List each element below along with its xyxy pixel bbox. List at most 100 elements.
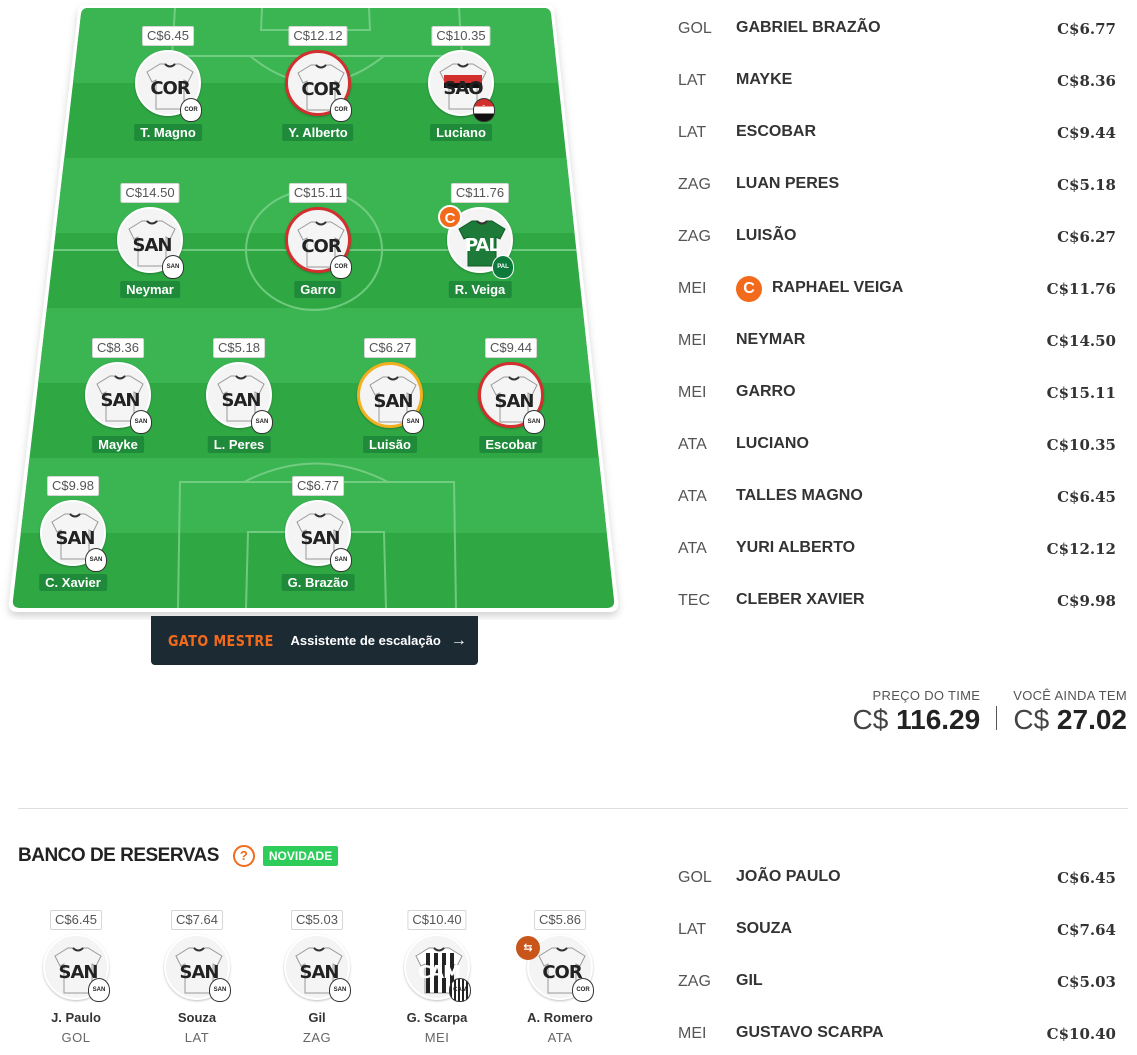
remaining-label: VOCÊ AINDA TEM <box>1013 688 1127 703</box>
captain-icon: C <box>736 276 762 302</box>
player-price: C$11.76 <box>1046 280 1116 298</box>
list-item[interactable]: ZAG GIL C$5.03 <box>678 967 1128 1019</box>
list-item[interactable]: ATA YURI ALBERTO C$12.12 <box>678 534 1128 586</box>
lineup-list: GOL GABRIEL BRAZÃO C$6.77 LAT MAYKE C$8.36 LAT… <box>678 14 1128 638</box>
list-item[interactable]: ZAG LUISÃO C$6.27 <box>678 222 1128 274</box>
team-price-currency: C$ <box>852 704 889 735</box>
jersey-club-code: SAN <box>55 528 96 549</box>
player-card-luciano[interactable]: C$10.35 SAO SÃO Luciano <box>401 26 521 154</box>
player-position: ATA <box>678 436 707 453</box>
list-item[interactable]: ATA LUCIANO C$10.35 <box>678 430 1128 482</box>
team-price-label: PREÇO DO TIME <box>872 688 981 703</box>
player-position: LAT <box>678 72 707 89</box>
arrow-right-icon: → <box>450 631 467 649</box>
player-name: CLEBER XAVIER <box>736 591 865 608</box>
remaining-budget: VOCÊ AINDA TEM C$ 27.02 <box>1013 688 1127 737</box>
captain-icon: C <box>438 205 462 229</box>
player-price: C$5.03 <box>291 910 343 930</box>
player-name: ESCOBAR <box>736 123 817 140</box>
player-card-neymar[interactable]: C$14.50 SAN SAN Neymar <box>90 183 210 311</box>
player-price: C$6.27 <box>1057 228 1116 246</box>
player-price: C$5.86 <box>534 910 586 930</box>
remaining-value: 27.02 <box>1056 704 1127 735</box>
pitch: C$6.45 COR COR T. Magno C$12.12 COR COR Y. Albe… <box>0 0 640 680</box>
jersey-club-code: SAN <box>132 235 173 256</box>
player-name: GABRIEL BRAZÃO <box>736 19 881 36</box>
player-name: Luisão <box>363 436 417 453</box>
new-badge: NOVIDADE <box>262 846 339 866</box>
club-badge-icon: SÃO <box>473 98 495 122</box>
club-badge-icon: SAN <box>88 978 110 1002</box>
jersey-club-code: COR <box>301 236 341 257</box>
player-price: C$9.44 <box>1057 124 1116 142</box>
list-item[interactable]: LAT MAYKE C$8.36 <box>678 66 1128 118</box>
player-price: C$15.11 <box>288 183 348 203</box>
list-item[interactable]: TEC CLEBER XAVIER C$9.98 <box>678 586 1128 638</box>
team-totals: PREÇO DO TIME C$ 116.29 VOCÊ AINDA TEM C… <box>853 688 1127 737</box>
club-badge-icon: SAN <box>130 410 152 434</box>
player-card-garro[interactable]: C$15.11 COR COR Garro <box>258 183 378 311</box>
player-price: C$6.27 <box>364 338 416 358</box>
player-position: GOL <box>678 869 712 886</box>
club-badge-icon: COR <box>180 98 202 122</box>
jersey-club-code: SAN <box>221 390 262 411</box>
player-name: LUISÃO <box>736 227 797 244</box>
list-item[interactable]: GOL GABRIEL BRAZÃO C$6.77 <box>678 14 1128 66</box>
assistant-button[interactable]: GATO MESTRE Assistente de escalação → <box>151 616 478 665</box>
player-card-t-magno[interactable]: C$6.45 COR COR T. Magno <box>108 26 228 154</box>
player-card-escobar[interactable]: C$9.44 SAN SAN Escobar <box>451 338 571 466</box>
player-price: C$12.12 <box>288 26 348 46</box>
help-icon[interactable]: ? <box>232 845 255 867</box>
player-name: RAPHAEL VEIGA <box>772 279 904 296</box>
bench-player-card[interactable]: C$6.45 SAN SAN J. Paulo GOL <box>21 910 131 1050</box>
bench-title: BANCO DE RESERVAS <box>18 845 219 866</box>
player-name: A. Romero <box>527 1010 593 1025</box>
player-name: G. Brazão <box>281 574 355 591</box>
player-price: C$9.44 <box>485 338 537 358</box>
player-position: ZAG <box>678 228 711 245</box>
player-card-mayke[interactable]: C$8.36 SAN SAN Mayke <box>58 338 178 466</box>
list-item[interactable]: MEI C RAPHAEL VEIGA C$11.76 <box>678 274 1128 326</box>
player-card-l-peres[interactable]: C$5.18 SAN SAN L. Peres <box>179 338 299 466</box>
player-card-r-veiga[interactable]: C$11.76 PAL PAL C R. Veiga <box>420 183 540 311</box>
player-position: GOL <box>678 20 712 37</box>
bench-player-card[interactable]: C$5.03 SAN SAN Gil ZAG <box>262 910 372 1050</box>
player-name: TALLES MAGNO <box>736 487 863 504</box>
player-position: MEI <box>678 280 707 297</box>
list-item[interactable]: MEI GARRO C$15.11 <box>678 378 1128 430</box>
list-item[interactable]: MEI NEYMAR C$14.50 <box>678 326 1128 378</box>
player-name: LUAN PERES <box>736 175 840 192</box>
list-item[interactable]: ZAG LUAN PERES C$5.18 <box>678 170 1128 222</box>
player-position: ZAG <box>302 1030 332 1045</box>
player-price: C$9.98 <box>47 476 99 496</box>
player-name: Neymar <box>120 281 180 298</box>
bench-list: GOL JOÃO PAULO C$6.45 LAT SOUZA C$7.64 ZAG GIL C… <box>678 863 1128 1055</box>
player-card-luisao[interactable]: C$6.27 SAN SAN Luisão <box>330 338 450 466</box>
player-name: LUCIANO <box>736 435 809 452</box>
player-position: ZAG <box>678 973 711 990</box>
player-position: ATA <box>547 1030 573 1045</box>
player-card-c-xavier[interactable]: C$9.98 SAN SAN C. Xavier <box>13 476 133 604</box>
jersey-club-code: COR <box>301 79 341 100</box>
player-name: J. Paulo <box>51 1010 101 1025</box>
player-name: L. Peres <box>207 436 271 453</box>
player-name: SOUZA <box>736 920 792 937</box>
list-item[interactable]: GOL JOÃO PAULO C$6.45 <box>678 863 1128 915</box>
list-item[interactable]: LAT ESCOBAR C$9.44 <box>678 118 1128 170</box>
bench-player-card[interactable]: C$10.40 CAM CAM G. Scarpa MEI <box>382 910 492 1050</box>
player-name: MAYKE <box>736 71 793 88</box>
bench-header: BANCO DE RESERVAS ? NOVIDADE <box>18 845 339 867</box>
bench-player-card[interactable]: C$7.64 SAN SAN Souza LAT <box>142 910 252 1050</box>
remaining-currency: C$ <box>1013 704 1050 735</box>
assistant-label: Assistente de escalação <box>290 633 441 648</box>
club-badge-icon: COR <box>330 98 352 122</box>
list-item[interactable]: MEI GUSTAVO SCARPA C$10.40 <box>678 1019 1128 1055</box>
bench-player-card[interactable]: C$5.86 COR COR ⇆ A. Romero ATA <box>505 910 615 1050</box>
player-card-y-alberto[interactable]: C$12.12 COR COR Y. Alberto <box>258 26 378 154</box>
substitution-icon[interactable]: ⇆ <box>516 936 540 960</box>
list-item[interactable]: ATA TALLES MAGNO C$6.45 <box>678 482 1128 534</box>
list-item[interactable]: LAT SOUZA C$7.64 <box>678 915 1128 967</box>
club-badge-icon: SAN <box>162 255 184 279</box>
player-name: T. Magno <box>134 124 202 141</box>
player-card-g-brazao[interactable]: C$6.77 SAN SAN G. Brazão <box>258 476 378 604</box>
